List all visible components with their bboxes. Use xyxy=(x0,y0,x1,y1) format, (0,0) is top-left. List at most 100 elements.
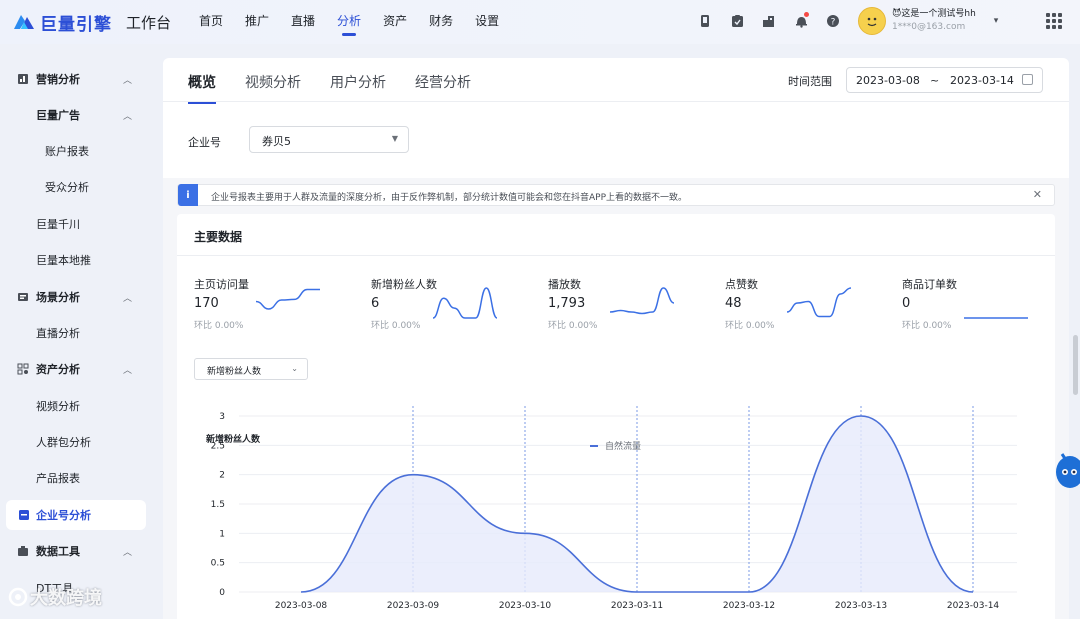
sidebar-item[interactable]: 视频分析 xyxy=(0,391,152,421)
x-tick-label: 2023-03-13 xyxy=(835,601,887,611)
metric-card: 主页访问量 170 环比 0.00% xyxy=(194,276,354,336)
nav-item[interactable]: 财务 xyxy=(418,0,464,44)
panel-title: 主要数据 xyxy=(194,230,243,244)
info-icon: i xyxy=(178,184,198,206)
asset-icon xyxy=(17,363,29,375)
metric-card: 商品订单数 0 环比 0.00% xyxy=(902,276,1062,336)
date-range-label: 时间范围 xyxy=(788,75,832,88)
sidebar-item-label: 直播分析 xyxy=(36,327,80,340)
notice-bar: i 企业号报表主要用于人群及流量的深度分析，由于反作弊机制，部分统计数值可能会和… xyxy=(177,184,1055,206)
x-tick-label: 2023-03-10 xyxy=(499,601,552,611)
chevron-up-icon: ︿ xyxy=(123,293,133,304)
tab[interactable]: 视频分析 xyxy=(245,72,301,92)
sidebar-item-label: 视频分析 xyxy=(36,400,80,413)
metric-value: 6 xyxy=(371,296,380,311)
top-bar: 巨量引擎 工作台 首页 推广 直播 分析 资产 财务 设置 ? 😈这是一个测试号hh 1**… xyxy=(0,0,1080,44)
x-tick-label: 2023-03-14 xyxy=(947,601,1000,611)
metric-value: 48 xyxy=(725,296,742,311)
metric-select[interactable]: 新增粉丝人数 ⌄ xyxy=(194,358,308,380)
metric-card: 播放数 1,793 环比 0.00% xyxy=(548,276,708,336)
tab[interactable]: 概览 xyxy=(188,72,216,104)
metric-value: 1,793 xyxy=(548,296,586,311)
sidebar-item-label: 场景分析 xyxy=(36,291,80,304)
bell-icon[interactable] xyxy=(792,12,810,30)
nav-item[interactable]: 首页 xyxy=(188,0,234,44)
panel-divider xyxy=(177,255,1055,256)
watermark: 大数跨境 xyxy=(8,584,102,610)
company-label: 企业号 xyxy=(188,136,221,149)
mascot-icon[interactable] xyxy=(1052,450,1080,510)
sparkline xyxy=(255,288,320,310)
sidebar-item[interactable]: 营销分析 ︿ xyxy=(0,64,152,94)
tab[interactable]: 用户分析 xyxy=(330,72,386,92)
workbench-title: 工作台 xyxy=(126,13,172,32)
sparkline-path xyxy=(432,287,498,319)
logo-mark-icon xyxy=(12,11,36,33)
building-icon[interactable] xyxy=(760,12,778,30)
chevron-up-icon: ︿ xyxy=(123,547,133,558)
metric-label: 主页访问量 xyxy=(194,278,249,291)
scrollbar[interactable] xyxy=(1073,335,1078,395)
clipboard-icon[interactable] xyxy=(728,12,746,30)
legend-label: 自然流量 xyxy=(605,440,641,452)
tab[interactable]: 经营分析 xyxy=(415,72,471,92)
watermark-logo-icon xyxy=(8,587,28,607)
sidebar-item[interactable]: 账户报表 xyxy=(0,136,152,166)
nav-item[interactable]: 资产 xyxy=(372,0,418,44)
nav-item[interactable]: 直播 xyxy=(280,0,326,44)
top-nav: 首页 推广 直播 分析 资产 财务 设置 xyxy=(188,0,510,44)
metric-change: 环比 0.00% xyxy=(902,321,952,331)
y-tick-label: 1 xyxy=(219,529,225,539)
company-select[interactable]: 券贝5 ▼ xyxy=(249,126,409,153)
sidebar-item-label: 受众分析 xyxy=(45,181,89,194)
sidebar-item[interactable]: 受众分析 xyxy=(0,172,152,202)
sidebar-item[interactable]: 企业号分析 xyxy=(6,500,146,530)
sidebar-item[interactable]: 产品报表 xyxy=(0,463,152,493)
x-tick-label: 2023-03-08 xyxy=(275,601,328,611)
sidebar-item-label: 巨量本地推 xyxy=(36,254,91,267)
y-axis-title: 新增粉丝人数 xyxy=(206,433,261,445)
sparkline-path xyxy=(609,287,675,315)
sidebar-item[interactable]: 巨量广告 ︿ xyxy=(0,100,152,130)
metric-card: 点赞数 48 环比 0.00% xyxy=(725,276,885,336)
metric-change: 环比 0.00% xyxy=(194,321,244,331)
metric-label: 商品订单数 xyxy=(902,278,957,291)
sidebar-item-label: 数据工具 xyxy=(36,545,80,558)
sidebar-item[interactable]: 场景分析 ︿ xyxy=(0,282,152,312)
enterprise-icon xyxy=(19,510,29,520)
y-tick-label: 0 xyxy=(219,588,225,598)
chevron-up-icon: ︿ xyxy=(123,75,133,86)
sidebar-item[interactable]: 资产分析 ︿ xyxy=(0,354,152,384)
phone-icon[interactable] xyxy=(696,12,714,30)
sidebar-item-label: 巨量广告 xyxy=(36,109,80,122)
metric-select-value: 新增粉丝人数 xyxy=(207,367,262,377)
help-icon[interactable]: ? xyxy=(824,12,842,30)
date-start: 2023-03-08 xyxy=(856,73,920,87)
user-menu[interactable]: 😈这是一个测试号hh 1***0@163.com ▾ xyxy=(858,7,998,35)
sidebar-item[interactable]: 巨量千川 xyxy=(0,209,152,239)
apps-grid-icon[interactable] xyxy=(1046,13,1062,29)
brand-logo[interactable]: 巨量引擎 工作台 xyxy=(12,10,171,35)
sidebar-item-label: 人群包分析 xyxy=(36,436,91,449)
calendar-icon xyxy=(1022,74,1033,85)
y-tick-label: 0.5 xyxy=(211,559,225,569)
x-tick-label: 2023-03-12 xyxy=(723,601,775,611)
sidebar-item[interactable]: 人群包分析 xyxy=(0,427,152,457)
sidebar-item[interactable]: 巨量本地推 xyxy=(0,245,152,275)
chevron-down-icon: ⌄ xyxy=(291,364,298,373)
nav-item[interactable]: 分析 xyxy=(326,0,372,44)
date-range-picker[interactable]: 2023-03-08 ~ 2023-03-14 xyxy=(846,67,1043,93)
top-icons: ? xyxy=(696,12,842,30)
date-end: 2023-03-14 xyxy=(950,73,1014,87)
y-tick-label: 2 xyxy=(219,471,225,481)
sidebar-item[interactable]: 数据工具 ︿ xyxy=(0,536,152,566)
close-icon[interactable]: ✕ xyxy=(1033,188,1042,201)
metric-value: 170 xyxy=(194,296,219,311)
nav-item[interactable]: 设置 xyxy=(464,0,510,44)
sidebar-item[interactable]: 直播分析 xyxy=(0,318,152,348)
metric-card: 新增粉丝人数 6 环比 0.00% xyxy=(371,276,531,336)
chevron-down-icon: ▾ xyxy=(993,16,999,26)
sidebar-item-label: 账户报表 xyxy=(45,145,89,158)
nav-item[interactable]: 推广 xyxy=(234,0,280,44)
user-email: 1***0@163.com xyxy=(892,22,966,32)
